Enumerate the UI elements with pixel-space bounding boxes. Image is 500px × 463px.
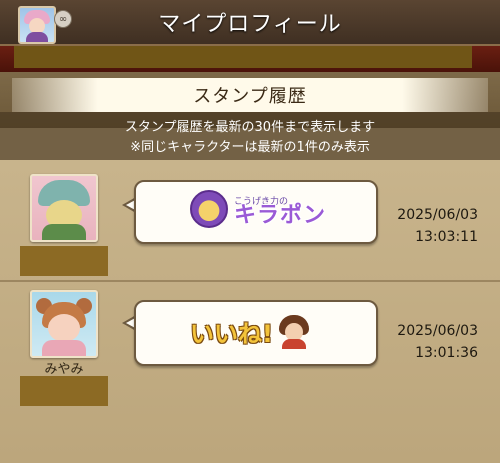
timestamp: 2025/06/03 13:03:11 bbox=[378, 204, 478, 248]
section-title: スタンプ履歴 bbox=[12, 78, 488, 112]
kirapon-character-icon bbox=[190, 190, 228, 228]
user-avatar[interactable] bbox=[30, 174, 98, 242]
timestamp-time: 13:01:36 bbox=[415, 345, 478, 361]
redacted-name bbox=[20, 246, 108, 276]
stamp-iine: いいね! bbox=[190, 314, 309, 349]
info-band: スタンプ履歴を最新の30件まで表示します ※同じキャラクターは最新の1件のみ表示 bbox=[0, 112, 500, 160]
info-line-2: ※同じキャラクターは最新の1件のみ表示 bbox=[130, 140, 370, 155]
timestamp-time: 13:03:11 bbox=[415, 229, 478, 245]
stamp-kirapon: こうげき力の キラポン bbox=[190, 190, 326, 228]
info-line-1: スタンプ履歴を最新の30件まで表示します bbox=[124, 120, 376, 135]
page-title: マイプロフィール bbox=[158, 12, 342, 37]
user-name: みやみ bbox=[44, 362, 84, 377]
redacted-area bbox=[14, 46, 472, 68]
user-avatar[interactable] bbox=[30, 290, 98, 358]
timestamp-date: 2025/06/03 bbox=[397, 323, 478, 339]
timestamp: 2025/06/03 13:01:36 bbox=[378, 320, 478, 364]
redacted-name bbox=[20, 376, 108, 406]
row-divider bbox=[0, 280, 500, 282]
stamp-text: いいね! bbox=[190, 320, 273, 348]
timestamp-date: 2025/06/03 bbox=[397, 207, 478, 223]
stamp-text: キラポン bbox=[234, 203, 327, 228]
character-icon bbox=[278, 314, 309, 349]
